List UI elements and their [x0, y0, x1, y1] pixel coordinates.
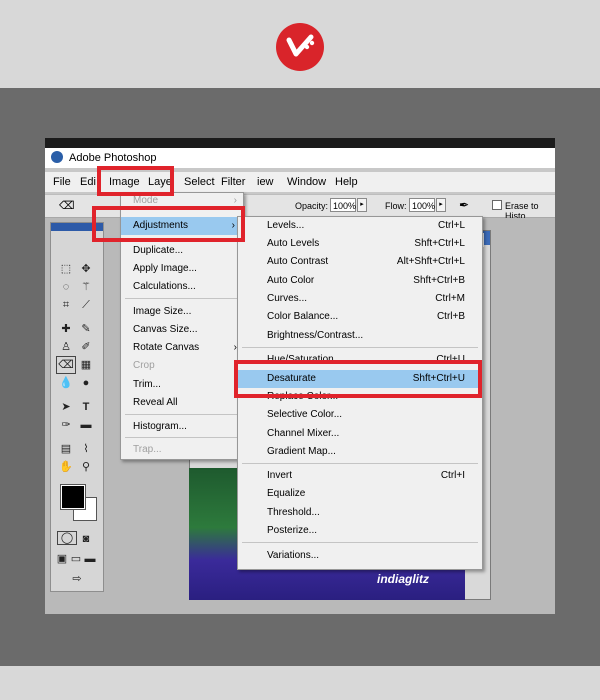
menu-separator	[242, 542, 478, 543]
submenu-item-auto-color[interactable]: Auto Color Shft+Ctrl+B	[267, 272, 465, 290]
opacity-input[interactable]: 100%	[330, 198, 356, 212]
menu-file[interactable]: File	[53, 176, 71, 188]
menu-separator	[125, 298, 239, 299]
menu-separator	[242, 463, 478, 464]
slice-icon[interactable]: ⟋	[77, 297, 95, 313]
menu-item-trap[interactable]: Trap...	[133, 441, 237, 459]
hand-icon[interactable]: ✋	[57, 459, 75, 475]
photoshop-app-icon	[51, 151, 63, 163]
window-top-strip	[45, 138, 555, 148]
title-bar: Adobe Photoshop	[45, 148, 555, 168]
highlight-box-image-menu	[97, 166, 174, 196]
menu-help[interactable]: Help	[335, 176, 358, 188]
quick-mask-icon[interactable]: ◙	[77, 531, 95, 547]
app-title: Adobe Photoshop	[69, 152, 157, 164]
menu-item-calculations[interactable]: Calculations...	[133, 278, 237, 296]
screen-mode-2-icon[interactable]: ▭	[69, 551, 83, 567]
submenu-item-color-balance[interactable]: Color Balance... Ctrl+B	[267, 308, 465, 326]
submenu-item-curves[interactable]: Curves... Ctrl+M	[267, 290, 465, 308]
pen-icon[interactable]: ✑	[57, 417, 75, 433]
blur-icon[interactable]: 💧	[57, 375, 75, 391]
eraser-tool-icon[interactable]: ⌫	[56, 356, 76, 374]
move-icon[interactable]: ✥	[77, 261, 95, 277]
photoshop-window: Adobe Photoshop File Edi Image Laye Sele…	[45, 138, 555, 614]
submenu-item-gradient-map[interactable]: Gradient Map...	[267, 443, 465, 461]
flow-label: Flow:	[385, 201, 407, 211]
submenu-item-invert[interactable]: Invert Ctrl+I	[267, 467, 465, 485]
eyedropper-icon[interactable]: ⌇	[77, 441, 95, 457]
opacity-label: Opacity:	[295, 201, 329, 211]
menu-separator	[125, 437, 239, 438]
airbrush-icon[interactable]: ✒	[459, 198, 469, 212]
crop-icon[interactable]: ⌗	[57, 297, 75, 313]
highlight-box-desaturate	[234, 360, 482, 398]
submenu-item-channel-mixer[interactable]: Channel Mixer...	[267, 425, 465, 443]
menu-edit[interactable]: Edi	[80, 176, 96, 188]
menu-item-rotate-canvas[interactable]: Rotate Canvas ›	[133, 339, 237, 357]
brand-logo-icon	[276, 23, 324, 71]
shape-icon[interactable]: ▬	[77, 417, 95, 433]
submenu-item-levels[interactable]: Levels... Ctrl+L	[267, 217, 465, 235]
menu-window[interactable]: Window	[287, 176, 326, 188]
foreground-color-swatch[interactable]	[60, 484, 86, 510]
standard-mode-icon[interactable]: ◯	[57, 531, 77, 545]
submenu-item-auto-contrast[interactable]: Auto Contrast Alt+Shft+Ctrl+L	[267, 253, 465, 271]
menu-item-reveal-all[interactable]: Reveal All	[133, 394, 237, 412]
submenu-item-auto-levels[interactable]: Auto Levels Shft+Ctrl+L	[267, 235, 465, 253]
menu-item-canvas-size[interactable]: Canvas Size...	[133, 321, 237, 339]
menu-separator	[242, 347, 478, 348]
notes-icon[interactable]: ▤	[57, 441, 75, 457]
submenu-item-threshold[interactable]: Threshold...	[267, 504, 465, 522]
eraser-icon[interactable]: ⌫	[59, 199, 75, 212]
screen-mode-3-icon[interactable]: ▬	[83, 551, 97, 567]
menu-view[interactable]: iew	[257, 176, 274, 188]
menu-item-duplicate[interactable]: Duplicate...	[133, 242, 237, 260]
submenu-item-variations[interactable]: Variations...	[267, 547, 465, 565]
zoom-icon[interactable]: ⚲	[77, 459, 95, 475]
submenu-item-selective-color[interactable]: Selective Color...	[267, 406, 465, 424]
menu-item-apply-image[interactable]: Apply Image...	[133, 260, 237, 278]
menu-item-histogram[interactable]: Histogram...	[133, 418, 237, 436]
menu-separator	[125, 414, 239, 415]
menu-item-image-size[interactable]: Image Size...	[133, 303, 237, 321]
erase-to-history-checkbox[interactable]	[492, 200, 502, 210]
menu-item-crop[interactable]: Crop	[133, 357, 237, 375]
healing-brush-icon[interactable]: ✚	[57, 321, 75, 337]
gradient-icon[interactable]: ▦	[77, 357, 95, 373]
screen-mode-1-icon[interactable]: ▣	[55, 551, 69, 567]
bottom-band	[0, 666, 600, 700]
flow-input[interactable]: 100%	[409, 198, 435, 212]
menu-filter[interactable]: Filter	[221, 176, 245, 188]
lasso-icon[interactable]: ◌	[57, 279, 75, 295]
marquee-icon[interactable]: ⬚	[57, 261, 75, 277]
photo-watermark: indiaglitz	[377, 572, 429, 586]
highlight-box-adjustments	[92, 206, 245, 242]
menu-select[interactable]: Select	[184, 176, 215, 188]
dodge-icon[interactable]: ●	[77, 375, 95, 391]
submenu-item-posterize[interactable]: Posterize...	[267, 522, 465, 540]
path-select-icon[interactable]: ➤	[57, 399, 75, 415]
clone-stamp-icon[interactable]: ♙	[57, 339, 75, 355]
type-icon[interactable]: T	[77, 399, 95, 415]
history-brush-icon[interactable]: ✐	[77, 339, 95, 355]
magic-wand-icon[interactable]: ⚚	[77, 279, 95, 295]
submenu-item-equalize[interactable]: Equalize	[267, 485, 465, 503]
flow-arrow-icon[interactable]: ▸	[436, 198, 446, 212]
menu-item-trim[interactable]: Trim...	[133, 376, 237, 394]
opacity-arrow-icon[interactable]: ▸	[357, 198, 367, 212]
brush-icon[interactable]: ✎	[77, 321, 95, 337]
jump-to-imageready-icon[interactable]: ⇨	[65, 571, 89, 587]
toolbox: ⬚ ✥ ◌ ⚚ ⌗ ⟋ ✚ ✎ ♙ ✐ ⌫ ▦ 💧 ● ➤ T ✑ ▬ ▤ ⌇ …	[50, 222, 104, 592]
submenu-item-brightness-contrast[interactable]: Brightness/Contrast...	[267, 327, 465, 345]
